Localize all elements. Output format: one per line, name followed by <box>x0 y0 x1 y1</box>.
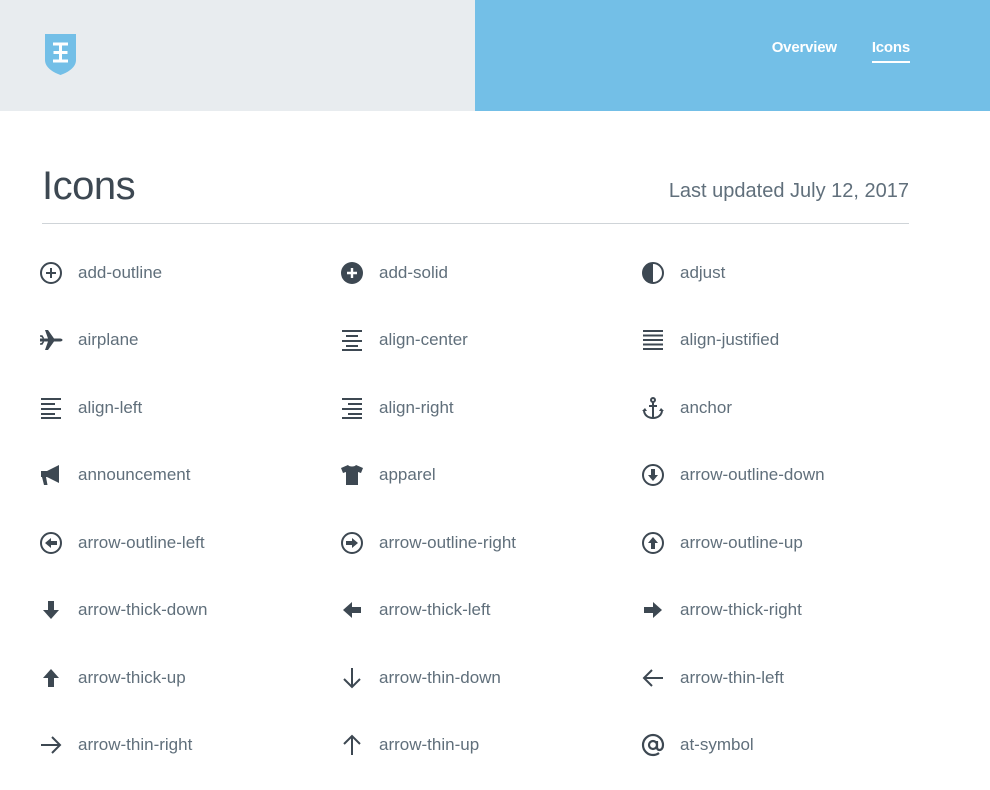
arrow-thin-right-icon <box>41 736 62 754</box>
align-justified-icon <box>643 330 663 350</box>
icon-item-align-justified[interactable]: align-justified <box>641 320 779 360</box>
icon-item-arrow-thin-left[interactable]: arrow-thin-left <box>641 658 784 698</box>
anchor-icon <box>642 397 664 420</box>
icon-item-airplane[interactable]: airplane <box>39 320 139 360</box>
main-nav: Overview Icons <box>772 39 910 63</box>
icon-label: arrow-outline-left <box>78 533 205 552</box>
icon-label: apparel <box>379 465 436 484</box>
icon-label: at-symbol <box>680 735 754 754</box>
icon-item-arrow-thin-right[interactable]: arrow-thin-right <box>39 725 192 765</box>
icon-item-arrow-outline-left[interactable]: arrow-outline-left <box>39 523 205 563</box>
icon-label: align-right <box>379 398 454 417</box>
icon-item-arrow-outline-down[interactable]: arrow-outline-down <box>641 455 825 495</box>
icon-label: arrow-thick-up <box>78 668 186 687</box>
icon-label: align-center <box>379 330 468 349</box>
arrow-thin-up-icon <box>343 734 361 755</box>
icon-item-adjust[interactable]: adjust <box>641 253 725 293</box>
icon-label: arrow-outline-up <box>680 533 803 552</box>
zondicons-logo-icon[interactable] <box>42 31 79 76</box>
nav-icons-link[interactable]: Icons <box>871 39 910 63</box>
icon-item-arrow-thick-right[interactable]: arrow-thick-right <box>641 590 802 630</box>
page-title-row: Icons Last updated July 12, 2017 <box>42 160 909 224</box>
icon-item-arrow-outline-up[interactable]: arrow-outline-up <box>641 523 803 563</box>
nav-overview-link[interactable]: Overview <box>772 39 837 63</box>
icon-item-align-center[interactable]: align-center <box>340 320 468 360</box>
align-right-icon <box>342 398 362 419</box>
icon-label: add-solid <box>379 263 448 282</box>
icon-label: arrow-thick-right <box>680 600 802 619</box>
icon-item-apparel[interactable]: apparel <box>340 455 436 495</box>
arrow-thin-left-icon <box>642 669 663 687</box>
icon-item-add-solid[interactable]: add-solid <box>340 253 448 293</box>
airplane-icon <box>40 330 63 350</box>
icon-item-at-symbol[interactable]: at-symbol <box>641 725 754 765</box>
apparel-icon <box>341 465 363 485</box>
icon-item-arrow-thick-down[interactable]: arrow-thick-down <box>39 590 207 630</box>
arrow-outline-right-icon <box>341 532 363 554</box>
align-center-icon <box>342 330 362 351</box>
icon-item-align-left[interactable]: align-left <box>39 388 142 428</box>
arrow-thin-down-icon <box>343 668 361 689</box>
icon-label: arrow-thin-left <box>680 668 784 687</box>
icon-item-arrow-thick-up[interactable]: arrow-thick-up <box>39 658 186 698</box>
icon-item-arrow-thin-up[interactable]: arrow-thin-up <box>340 725 479 765</box>
icon-label: airplane <box>78 330 139 349</box>
icon-item-arrow-thin-down[interactable]: arrow-thin-down <box>340 658 501 698</box>
align-left-icon <box>41 398 61 419</box>
header-left-panel <box>0 0 475 111</box>
arrow-outline-left-icon <box>40 532 62 554</box>
arrow-thick-right-icon <box>644 602 662 618</box>
page-title: Icons <box>42 164 136 208</box>
arrow-thick-left-icon <box>343 602 361 618</box>
arrow-outline-up-icon <box>642 532 664 554</box>
icon-label: anchor <box>680 398 732 417</box>
icon-label: announcement <box>78 465 191 484</box>
at-symbol-icon <box>641 733 665 757</box>
icon-label: arrow-thin-right <box>78 735 193 754</box>
icon-item-arrow-outline-right[interactable]: arrow-outline-right <box>340 523 516 563</box>
icon-label: arrow-outline-right <box>379 533 516 552</box>
icon-item-arrow-thick-left[interactable]: arrow-thick-left <box>340 590 490 630</box>
add-solid-icon <box>341 262 363 284</box>
site-header: Overview Icons <box>0 0 990 111</box>
icon-item-announcement[interactable]: announcement <box>39 455 190 495</box>
icon-label: arrow-thick-left <box>379 600 491 619</box>
header-right-panel <box>475 0 990 111</box>
icon-label: arrow-thin-up <box>379 735 480 754</box>
icon-label: arrow-outline-down <box>680 465 825 484</box>
arrow-thick-up-icon <box>43 669 59 687</box>
icon-label: add-outline <box>78 263 163 282</box>
add-outline-icon <box>40 262 62 284</box>
icon-label: arrow-thick-down <box>78 600 208 619</box>
adjust-icon <box>642 262 664 284</box>
icon-item-anchor[interactable]: anchor <box>641 388 732 428</box>
icon-label: arrow-thin-down <box>379 668 501 687</box>
icon-label: align-left <box>78 398 143 417</box>
icon-item-align-right[interactable]: align-right <box>340 388 454 428</box>
announcement-icon <box>41 465 59 485</box>
arrow-thick-down-icon <box>43 601 59 619</box>
icon-label: adjust <box>680 263 726 282</box>
last-updated-text: Last updated July 12, 2017 <box>668 180 909 202</box>
icon-label: align-justified <box>680 330 780 349</box>
arrow-outline-down-icon <box>642 464 664 486</box>
icon-item-add-outline[interactable]: add-outline <box>39 253 162 293</box>
